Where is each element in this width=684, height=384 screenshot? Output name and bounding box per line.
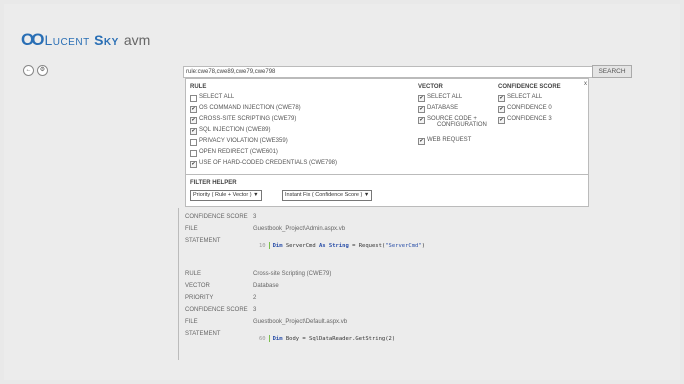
close-icon[interactable]: x: [584, 81, 587, 87]
vector-option[interactable]: ✔ SOURCE CODE + CONFIGURATION: [418, 116, 487, 128]
vector-option[interactable]: ✔ WEB REQUEST: [418, 137, 471, 145]
vector-title: VECTOR: [418, 84, 443, 90]
confidence-label: CONFIDENCE SCORE: [185, 214, 248, 220]
rule-option[interactable]: ✔ OS COMMAND INJECTION (CWE78): [190, 105, 301, 113]
vector-label: VECTOR: [185, 283, 210, 289]
checkbox[interactable]: [190, 150, 197, 157]
statement-label: STATEMENT: [185, 238, 221, 244]
logo-mark: OO: [21, 30, 45, 49]
checkbox[interactable]: ✔: [190, 117, 197, 124]
priority-select[interactable]: Priority ( Rule + Vector ) ▼: [190, 190, 262, 201]
checkbox[interactable]: ✔: [418, 117, 425, 124]
search-button[interactable]: SEARCH: [592, 65, 632, 78]
logo-avm: avm: [123, 32, 151, 48]
rule-option[interactable]: OPEN REDIRECT (CWE601): [190, 149, 278, 157]
rule-option[interactable]: SELECT ALL: [190, 94, 234, 102]
confidence-title: CONFIDENCE SCORE: [498, 84, 561, 90]
code-line: 10 Dim ServerCmd As String = Request("Ser…: [259, 242, 425, 249]
checkbox[interactable]: ✔: [498, 117, 505, 124]
checkbox[interactable]: ✔: [498, 95, 505, 102]
rule-option[interactable]: ✔ CROSS-SITE SCRIPTING (CWE79): [190, 116, 296, 124]
rule-option[interactable]: PRIVACY VIOLATION (CWE359): [190, 138, 288, 146]
chevron-down-icon: ▼: [253, 192, 259, 198]
file-value[interactable]: Guestbook_Project\Admin.aspx.vb: [253, 226, 345, 232]
filter-panel: x RULE SELECT ALL ✔ OS COMMAND INJECTION …: [185, 78, 589, 207]
priority-value: 2: [253, 295, 257, 301]
rule-option[interactable]: ✔ SQL INJECTION (CWE89): [190, 127, 270, 135]
search-input[interactable]: rule:cwe78,cwe89,cwe79,cwe798: [183, 66, 593, 78]
confidence-option[interactable]: ✔ CONFIDENCE 0: [498, 105, 552, 113]
confidence-value: 3: [253, 214, 257, 220]
confidence-value: 3: [253, 307, 257, 313]
checkbox[interactable]: ✔: [498, 106, 505, 113]
statement-label: STATEMENT: [185, 331, 221, 337]
vector-value: Database: [253, 283, 279, 289]
chevron-down-icon: ▼: [363, 192, 370, 198]
rule-value: Cross-site Scripting (CWE79): [253, 271, 332, 277]
logo: OO Lucent Sky avm: [21, 30, 150, 50]
instant-fix-select[interactable]: Instant Fix ( Confidence Score ) ▼: [282, 190, 373, 201]
rule-option[interactable]: ✔ USE OF HARD-CODED CREDENTIALS (CWE798): [190, 160, 337, 168]
checkbox[interactable]: [190, 95, 197, 102]
checkbox[interactable]: ✔: [418, 138, 425, 145]
divider: [186, 174, 588, 175]
rule-title: RULE: [190, 84, 207, 90]
file-label: FILE: [185, 319, 198, 325]
checkbox[interactable]: ✔: [190, 161, 197, 168]
results-divider: [178, 208, 179, 360]
file-value[interactable]: Guestbook_Project\Default.aspx.vb: [253, 319, 347, 325]
rule-label: RULE: [185, 271, 202, 277]
checkbox[interactable]: [190, 139, 197, 146]
vector-option[interactable]: ✔ SELECT ALL: [418, 94, 462, 102]
checkbox[interactable]: ✔: [418, 95, 425, 102]
back-icon[interactable]: ←: [23, 65, 34, 76]
filter-helper-title: FILTER HELPER: [190, 180, 237, 186]
nav-icons: ← ⚙: [23, 65, 48, 76]
checkbox[interactable]: ✔: [190, 106, 197, 113]
code-line: 60 Dim Body = SqlDataReader.GetString(2): [259, 335, 396, 342]
vector-option[interactable]: ✔ DATABASE: [418, 105, 458, 113]
checkbox[interactable]: ✔: [190, 128, 197, 135]
file-label: FILE: [185, 226, 198, 232]
confidence-option[interactable]: ✔ SELECT ALL: [498, 94, 542, 102]
settings-icon[interactable]: ⚙: [37, 65, 48, 76]
checkbox[interactable]: ✔: [418, 106, 425, 113]
logo-text: Lucent Sky: [44, 32, 119, 48]
confidence-option[interactable]: ✔ CONFIDENCE 3: [498, 116, 552, 124]
confidence-label: CONFIDENCE SCORE: [185, 307, 248, 313]
priority-label: PRIORITY: [185, 295, 214, 301]
